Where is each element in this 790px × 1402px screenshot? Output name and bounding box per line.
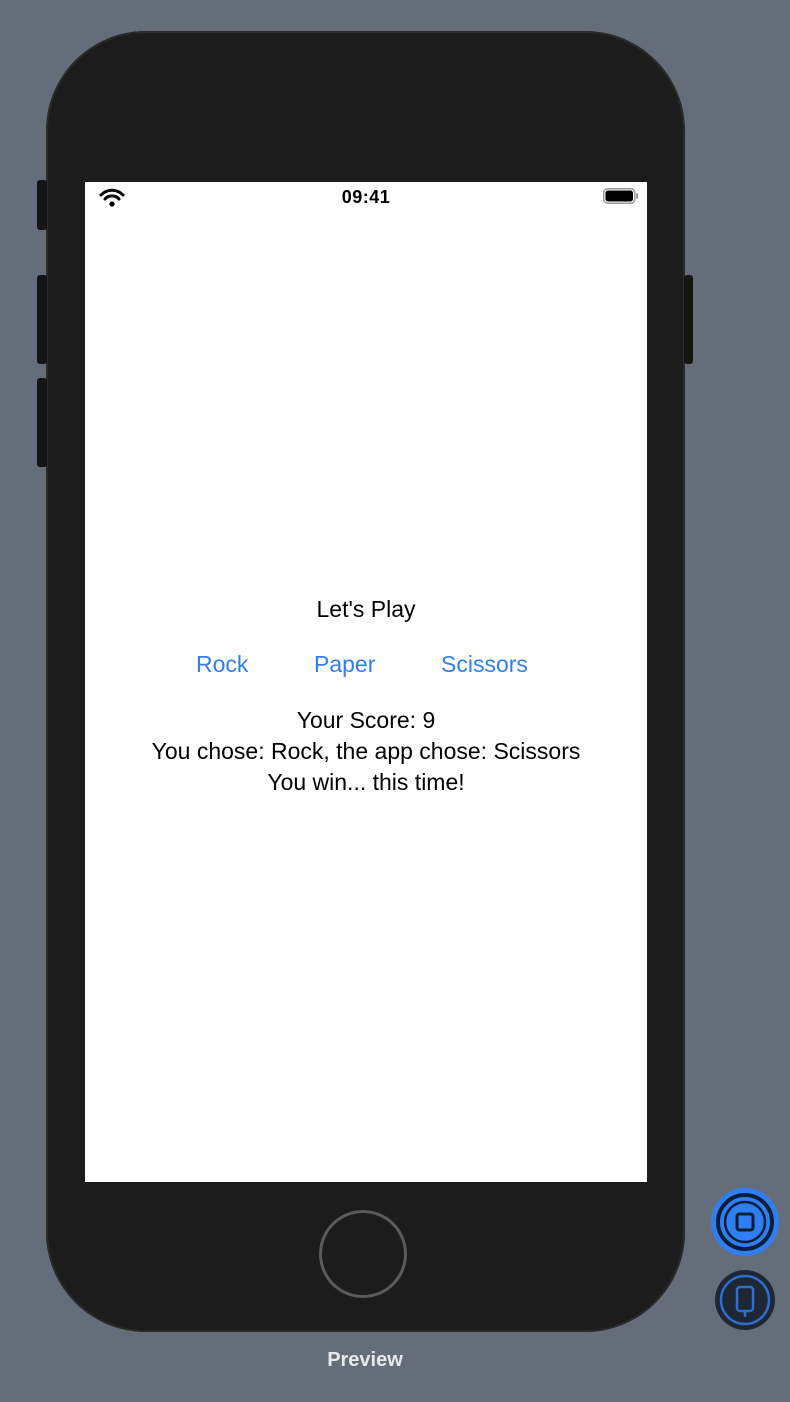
silent-switch [37,180,47,230]
last-round-text: You chose: Rock, the app chose: Scissors [151,738,581,764]
preview-label: Preview [327,1349,403,1371]
battery-icon [603,188,638,204]
device-screen: 09:41 Let's Play Rock Paper Scissors You… [85,182,647,1182]
paper-button[interactable]: Paper [314,651,375,678]
choice-buttons: Rock Paper Scissors [85,651,647,681]
status-bar: 09:41 [85,182,647,212]
device-preview-icon [715,1274,775,1334]
volume-up-button [37,275,47,364]
rock-button[interactable]: Rock [196,651,248,678]
game-info: Your Score: 9 You chose: Rock, the app c… [85,705,647,798]
scissors-button[interactable]: Scissors [441,651,528,678]
live-preview-button[interactable] [711,1188,779,1256]
status-time: 09:41 [341,187,391,207]
score-text: Your Score: 9 [296,707,436,733]
result-text: You win... this time! [267,769,465,795]
power-button [684,275,693,364]
preview-canvas: 09:41 Let's Play Rock Paper Scissors You… [0,0,790,1402]
live-preview-icon [711,1193,779,1260]
volume-down-button [37,378,47,467]
page-title: Let's Play [316,596,416,622]
device-preview-button[interactable] [715,1270,775,1330]
home-button[interactable] [319,1210,407,1298]
